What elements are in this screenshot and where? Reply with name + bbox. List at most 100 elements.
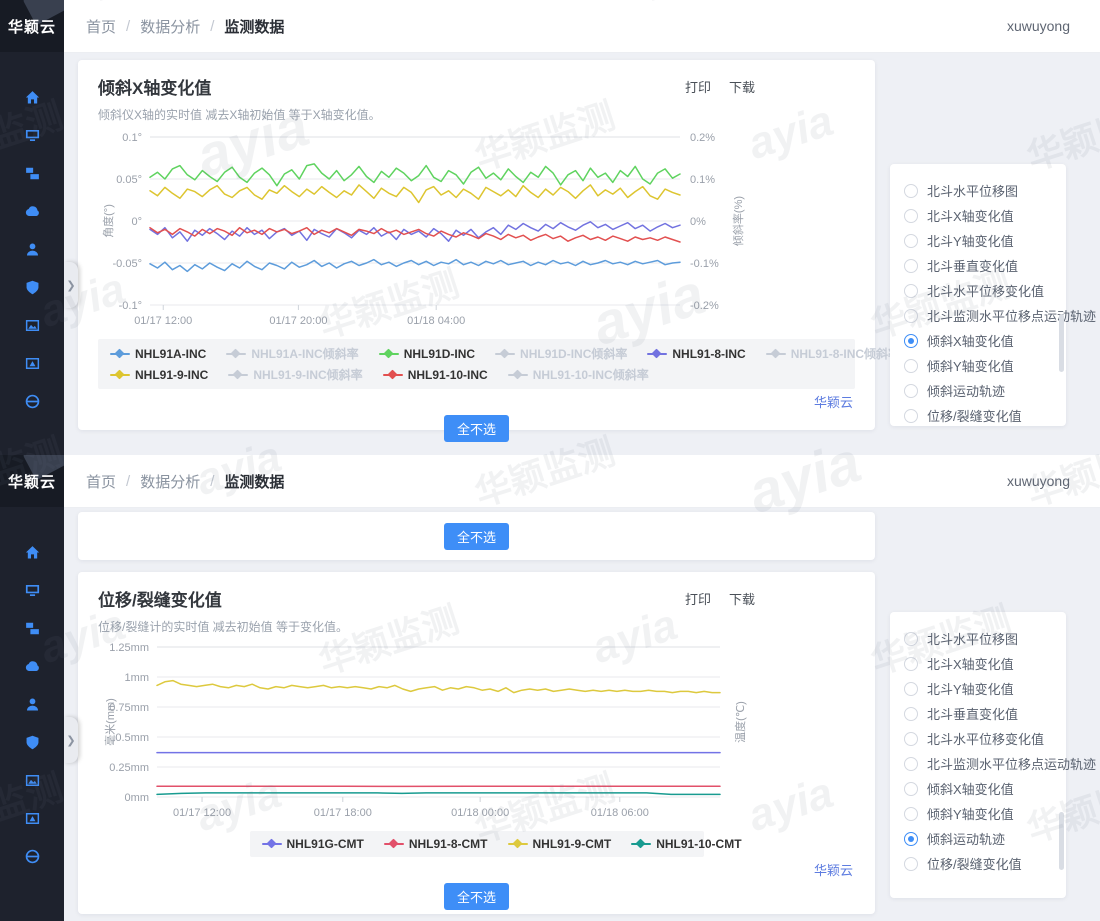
- chart-type-option[interactable]: 倾斜Y轴变化值: [904, 353, 1052, 378]
- sidebar-item-media[interactable]: [0, 344, 64, 382]
- line-chart-displacement[interactable]: 1.25mm1mm0.75mm0.5mm0.25mm0mm01/17 12:00…: [98, 639, 855, 829]
- legend-item[interactable]: NHL91G-CMT: [262, 837, 364, 851]
- app-logo[interactable]: 华颖云: [0, 455, 64, 507]
- radio-icon[interactable]: [904, 409, 918, 423]
- sidebar-item-shield[interactable]: [0, 723, 64, 761]
- radio-icon[interactable]: [904, 757, 918, 771]
- radio-icon[interactable]: [904, 682, 918, 696]
- sidebar-item-globe[interactable]: [0, 837, 64, 875]
- brand-link[interactable]: 华颖云: [98, 392, 855, 411]
- chart-type-option[interactable]: 位移/裂缝变化值: [904, 403, 1052, 428]
- chart-type-option[interactable]: 倾斜运动轨迹: [904, 378, 1052, 403]
- sidebar-item-cloud[interactable]: [0, 647, 64, 685]
- sidebar-item-home[interactable]: [0, 533, 64, 571]
- sidebar-item-cloud[interactable]: [0, 192, 64, 230]
- radio-icon[interactable]: [904, 707, 918, 721]
- sidebar-item-device[interactable]: [0, 154, 64, 192]
- brand-link[interactable]: 华颖云: [98, 860, 855, 879]
- download-button[interactable]: 下载: [729, 77, 755, 96]
- chart-type-option[interactable]: 北斗Y轴变化值: [904, 676, 1052, 701]
- radio-icon[interactable]: [904, 359, 918, 373]
- chart-type-option[interactable]: 北斗Y轴变化值: [904, 228, 1052, 253]
- chart-type-option[interactable]: 北斗X轴变化值: [904, 203, 1052, 228]
- radio-icon[interactable]: [904, 782, 918, 796]
- chart-type-option[interactable]: 倾斜X轴变化值: [904, 776, 1052, 801]
- legend-item[interactable]: NHL91-9-CMT: [508, 837, 612, 851]
- sidebar-collapse-handle[interactable]: ❯: [64, 717, 78, 763]
- legend-item[interactable]: NHL91-10-INC: [383, 368, 488, 382]
- sidebar-collapse-handle[interactable]: ❯: [64, 262, 78, 308]
- radio-icon[interactable]: [904, 334, 918, 348]
- radio-icon[interactable]: [904, 259, 918, 273]
- sidebar-item-shield[interactable]: [0, 268, 64, 306]
- radio-icon[interactable]: [904, 284, 918, 298]
- radio-icon[interactable]: [904, 832, 918, 846]
- legend-item[interactable]: NHL91A-INC倾斜率: [226, 345, 358, 362]
- breadcrumb-home[interactable]: 首页: [86, 471, 116, 492]
- chart-type-option[interactable]: 北斗垂直变化值: [904, 701, 1052, 726]
- legend-item[interactable]: NHL91-8-INC倾斜率: [766, 345, 900, 362]
- line-chart-tilt-x[interactable]: 0.1°0.2%0.05°0.1%0°0%-0.05°-0.1%-0.1°-0.…: [98, 127, 855, 339]
- radio-icon[interactable]: [904, 657, 918, 671]
- chart-type-option[interactable]: 北斗水平位移变化值: [904, 726, 1052, 751]
- radio-icon[interactable]: [904, 234, 918, 248]
- print-button[interactable]: 打印: [685, 589, 711, 608]
- sidebar-item-monitor[interactable]: [0, 571, 64, 609]
- chart-type-option[interactable]: 倾斜X轴变化值: [904, 328, 1052, 353]
- chart-type-option[interactable]: 北斗垂直变化值: [904, 253, 1052, 278]
- chart-type-option[interactable]: 倾斜Y轴变化值: [904, 801, 1052, 826]
- scrollbar-thumb[interactable]: [1059, 314, 1064, 372]
- sidebar-item-home[interactable]: [0, 78, 64, 116]
- sidebar-item-image[interactable]: [0, 761, 64, 799]
- breadcrumb-data-analysis[interactable]: 数据分析: [140, 471, 200, 492]
- print-button[interactable]: 打印: [685, 77, 711, 96]
- radio-icon[interactable]: [904, 309, 918, 323]
- radio-icon[interactable]: [904, 384, 918, 398]
- legend-marker-icon: [647, 349, 667, 359]
- sidebar-item-monitor[interactable]: [0, 116, 64, 154]
- chart-legend: NHL91G-CMTNHL91-8-CMTNHL91-9-CMTNHL91-10…: [250, 831, 704, 857]
- legend-item[interactable]: NHL91-9-INC: [110, 368, 208, 382]
- sidebar-item-device[interactable]: [0, 609, 64, 647]
- deselect-all-button[interactable]: 全不选: [444, 415, 509, 442]
- sidebar-item-station[interactable]: [0, 230, 64, 268]
- radio-icon[interactable]: [904, 209, 918, 223]
- radio-icon[interactable]: [904, 632, 918, 646]
- sidebar-item-station[interactable]: [0, 685, 64, 723]
- radio-icon[interactable]: [904, 732, 918, 746]
- chart-type-option[interactable]: 北斗监测水平位移点运动轨迹: [904, 751, 1052, 776]
- chart-type-option[interactable]: 北斗监测水平位移点运动轨迹: [904, 303, 1052, 328]
- chart-type-option[interactable]: 位移/裂缝变化值: [904, 851, 1052, 876]
- username[interactable]: xuwuyong: [1007, 473, 1070, 489]
- radio-icon[interactable]: [904, 857, 918, 871]
- app-logo[interactable]: 华颖云: [0, 0, 64, 52]
- legend-item[interactable]: NHL91-8-CMT: [384, 837, 488, 851]
- legend-item[interactable]: NHL91-9-INC倾斜率: [228, 366, 362, 383]
- option-label: 倾斜X轴变化值: [927, 779, 1014, 798]
- legend-item[interactable]: NHL91-8-INC: [647, 347, 745, 361]
- chart-type-option[interactable]: 北斗水平位移变化值: [904, 278, 1052, 303]
- scrollbar-thumb[interactable]: [1059, 812, 1064, 870]
- breadcrumb-home[interactable]: 首页: [86, 16, 116, 37]
- chart-type-option[interactable]: 北斗X轴变化值: [904, 651, 1052, 676]
- chart-type-options: 北斗水平位移图北斗X轴变化值北斗Y轴变化值北斗垂直变化值北斗水平位移变化值北斗监…: [890, 164, 1066, 442]
- legend-item[interactable]: NHL91-10-CMT: [631, 837, 741, 851]
- deselect-all-button[interactable]: 全不选: [444, 883, 509, 910]
- radio-icon[interactable]: [904, 184, 918, 198]
- legend-item[interactable]: NHL91A-INC: [110, 347, 206, 361]
- breadcrumb-data-analysis[interactable]: 数据分析: [140, 16, 200, 37]
- sidebar-item-media[interactable]: [0, 799, 64, 837]
- radio-icon[interactable]: [904, 807, 918, 821]
- breadcrumb-separator: /: [210, 18, 214, 35]
- sidebar-item-globe[interactable]: [0, 382, 64, 420]
- legend-item[interactable]: NHL91D-INC: [379, 347, 475, 361]
- sidebar-item-image[interactable]: [0, 306, 64, 344]
- download-button[interactable]: 下载: [729, 589, 755, 608]
- legend-item[interactable]: NHL91D-INC倾斜率: [495, 345, 627, 362]
- chart-type-option[interactable]: 北斗水平位移图: [904, 178, 1052, 203]
- deselect-all-button[interactable]: 全不选: [444, 523, 509, 550]
- chart-type-option[interactable]: 倾斜运动轨迹: [904, 826, 1052, 851]
- username[interactable]: xuwuyong: [1007, 18, 1070, 34]
- chart-type-option[interactable]: 北斗水平位移图: [904, 626, 1052, 651]
- legend-item[interactable]: NHL91-10-INC倾斜率: [508, 366, 649, 383]
